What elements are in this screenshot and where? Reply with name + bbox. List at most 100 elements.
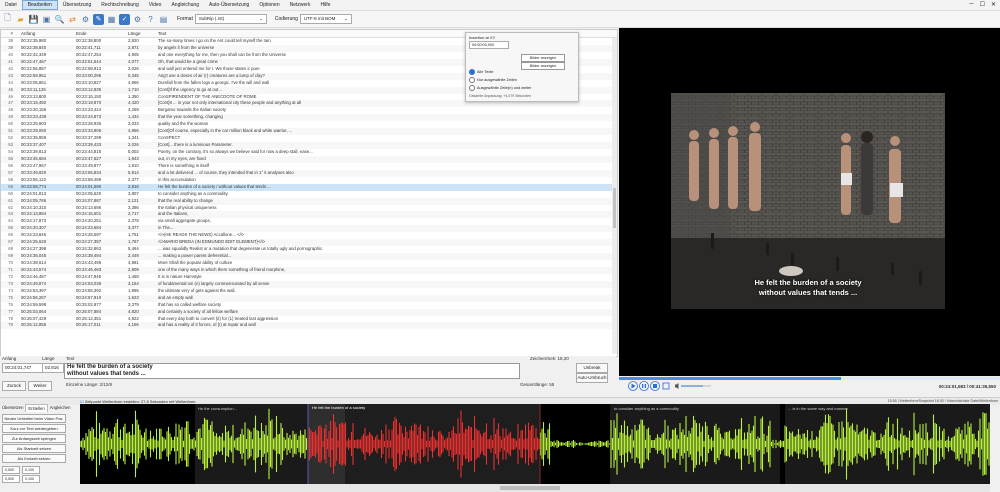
tab-create[interactable]: Erstellen [25, 404, 48, 412]
table-row[interactable]: 50 00:23:25,903 00:23:28,936 3,033 quality a… [1, 121, 617, 128]
step-input-4[interactable]: 0,100 [22, 475, 40, 483]
table-row[interactable]: 67 00:24:25,620 00:24:27,387 1,767 <i>MARIO … [1, 239, 617, 247]
menu-network[interactable]: Netzwerk [285, 0, 316, 10]
menu-video[interactable]: Video [144, 0, 167, 10]
menu-translate[interactable]: Übersetzung [58, 0, 96, 10]
table-row[interactable]: 77 00:25:03,064 00:25:07,884 4,820 and certa… [1, 308, 617, 316]
fix-errors-icon[interactable]: ⚙ [80, 14, 91, 25]
table-row[interactable]: 58 00:23:56,122 00:23:58,499 2,377 in this a… [1, 177, 617, 184]
dialog-time-input[interactable]: 00:00:00,000 [469, 41, 509, 49]
table-row[interactable]: 73 00:24:49,874 00:24:53,038 3,164 of fundam… [1, 280, 617, 288]
table-row[interactable]: 64 00:24:17,873 00:24:20,251 2,378 via small… [1, 218, 617, 225]
menu-sync[interactable]: Angleichung [166, 0, 204, 10]
help-icon[interactable]: ? [145, 14, 156, 25]
scrollbar-thumb[interactable] [613, 188, 616, 228]
menu-autotranslate[interactable]: Auto-Übersetzung [204, 0, 254, 10]
col-duration[interactable]: Länge [128, 30, 158, 37]
settings-icon[interactable]: ⚙ [132, 14, 143, 25]
step-input-3[interactable]: 0,500 [2, 475, 20, 483]
table-row[interactable]: 52 00:23:35,958 00:23:37,299 1,341 ConSPECT [1, 135, 617, 142]
menu-edit[interactable]: Bearbeiten [21, 0, 58, 10]
save-as-icon[interactable]: ▣ [41, 14, 52, 25]
table-row[interactable]: 68 00:24:27,398 00:24:32,862 5,464 ... was s… [1, 246, 617, 253]
table-row[interactable]: 69 00:24:36,045 00:24:38,494 2,449 ... makin… [1, 253, 617, 260]
table-row[interactable]: 72 00:24:46,487 00:24:47,945 1,458 It is in … [1, 274, 617, 281]
set-start-button[interactable]: Als Startzeit setzen [2, 444, 66, 453]
cell-start: 00:24:38,614 [21, 260, 47, 265]
table-row[interactable]: 65 00:24:20,307 00:24:23,684 3,377 in The... [1, 225, 617, 233]
next-button[interactable]: Weiter [28, 381, 52, 391]
table-row[interactable]: 61 00:24:05,766 00:24:07,887 2,121 that the … [1, 197, 617, 205]
tab-adjust[interactable]: Angleichen [48, 404, 73, 412]
table-row[interactable]: 75 00:24:56,287 00:24:57,910 1,623 and an em… [1, 294, 617, 302]
table-row[interactable]: 55 00:23:45,684 00:23:47,627 1,943 out, in m… [1, 155, 617, 163]
auto-break-button[interactable]: Auto-Umbruch [576, 373, 608, 383]
table-row[interactable]: 56 00:23:47,967 00:23:49,877 1,910 There is … [1, 163, 617, 170]
subtitle-text-editor[interactable]: He felt the burden of a society without … [64, 363, 520, 379]
col-start[interactable]: Anfang [15, 30, 76, 37]
encoding-select[interactable]: UTF-8 mit BOM ⌄ [299, 14, 352, 24]
step-input-1[interactable]: 0,500 [2, 466, 20, 474]
start-time-input[interactable]: 00:24:01,747 [2, 363, 44, 373]
col-number[interactable]: # [1, 30, 15, 37]
visual-sync-icon[interactable]: ▦ [106, 14, 117, 25]
table-row[interactable]: 60 00:24:01,813 00:24:05,620 3,807 to consid… [1, 191, 617, 198]
menu-file[interactable]: Datei [0, 0, 22, 10]
table-row[interactable]: 79 00:25:12,855 00:25:17,011 4,156 and has a… [1, 322, 617, 330]
open-folder-icon[interactable]: ▰ [15, 14, 26, 25]
save-icon[interactable]: 💾 [28, 14, 39, 25]
col-end[interactable]: Ende [76, 30, 128, 37]
minimize-icon[interactable]: ─ [969, 1, 973, 8]
waveform-scrollbar[interactable] [80, 484, 990, 492]
menu-options[interactable]: Optionen [254, 0, 284, 10]
table-row[interactable]: 49 00:23:23,439 00:23:24,873 1,434 that the … [1, 114, 617, 122]
table-row[interactable]: 63 00:24:13,884 00:24:16,601 2,717 and the I… [1, 211, 617, 219]
table-row[interactable]: 53 00:23:37,407 00:23:39,433 2,026 [Cont]...… [1, 142, 617, 149]
close-icon[interactable]: ✕ [991, 1, 996, 8]
new-file-icon[interactable]: 🗋 [2, 13, 13, 25]
maximize-icon[interactable]: ☐ [980, 1, 985, 8]
remove-text-icon[interactable]: ✎ [93, 13, 104, 25]
insert-new-subtitle-button[interactable]: Neuen Untertitel beim Video Pos. [2, 414, 66, 423]
step-input-2[interactable]: 0,100 [22, 466, 40, 474]
layout-icon[interactable]: ▤ [158, 14, 169, 25]
cell-number: 49 [8, 114, 13, 120]
table-row[interactable]: 48 00:23:20,155 00:23:23,424 3,269 Bergamo t… [1, 107, 617, 114]
duration-input[interactable]: 02,816 [42, 363, 64, 373]
replace-icon[interactable]: ⇄ [67, 14, 78, 25]
play-before-text-button[interactable]: Kurz vor Text wiedergeben [2, 424, 66, 433]
table-row[interactable]: 62 00:24:10,310 00:24:13,696 3,386 the Itali… [1, 205, 617, 212]
show-frames-button[interactable]: Bilder anzeigen [521, 54, 565, 62]
table-row[interactable]: 54 00:23:39,813 00:23:44,815 5,002 Poetry, o… [1, 149, 617, 156]
cell-start: 00:25:07,429 [21, 315, 47, 321]
go-to-start-button[interactable]: Zur Anfangszeit springen [2, 434, 66, 443]
table-row[interactable]: 66 00:24:23,846 00:24:25,597 1,751 <i>(HE RE… [1, 232, 617, 239]
radio-selected-lines[interactable]: Nur ausgewählte Zeilen [469, 77, 517, 83]
tab-translate[interactable]: Übersetzen [0, 404, 25, 412]
table-row[interactable]: 59 00:23:59,774 00:24:01,590 2,816 He felt t… [1, 183, 617, 191]
table-row[interactable]: 74 00:24:53,397 00:24:55,392 1,995 the ultim… [1, 288, 617, 295]
show-frames-button-2[interactable]: Bilder anzeigen [521, 62, 565, 70]
find-icon[interactable]: 🔍 [54, 14, 65, 25]
previous-button[interactable]: Zurück [2, 381, 26, 391]
table-row[interactable]: 57 00:23:49,920 00:23:55,834 5,914 and a lot… [1, 169, 617, 177]
grid-scrollbar[interactable] [612, 38, 617, 354]
menu-spelling[interactable]: Rechtschreibung [96, 0, 144, 10]
format-select[interactable]: SubRip (.srt) ⌄ [194, 14, 267, 24]
spell-check-icon[interactable]: ✓ [119, 13, 130, 25]
menu-help[interactable]: Hilfe [315, 0, 335, 10]
waveform-scroll-thumb[interactable] [500, 486, 560, 490]
start-label: Anfang [2, 356, 17, 361]
radio-selected-and-after[interactable]: Ausgewählte Zeile(n) und weiter [469, 85, 531, 91]
set-end-button[interactable]: Als Endzeit setzen [2, 454, 66, 463]
table-row[interactable]: 51 00:23:29,050 00:23:33,906 4,856 [Cont]Of … [1, 128, 617, 136]
duration-label: Länge [42, 356, 55, 361]
radio-all-texts[interactable]: Alle Texte [469, 69, 493, 75]
table-row[interactable]: 76 00:24:59,598 00:25:02,977 3,379 that has … [1, 302, 617, 309]
table-row[interactable]: 70 00:24:38,614 00:24:43,495 4,881 More Shal… [1, 260, 617, 267]
video-player[interactable]: He felt the burden of a society without … [619, 28, 1000, 376]
table-row[interactable]: 78 00:25:07,429 00:25:12,351 4,922 that ever… [1, 316, 617, 323]
table-row[interactable]: 71 00:24:43,574 00:24:46,483 2,909 one of th… [1, 266, 617, 274]
audio-waveform[interactable]: He the consumption... He felt the burden… [80, 404, 990, 484]
unbreak-button[interactable]: Unbreak [576, 363, 608, 373]
